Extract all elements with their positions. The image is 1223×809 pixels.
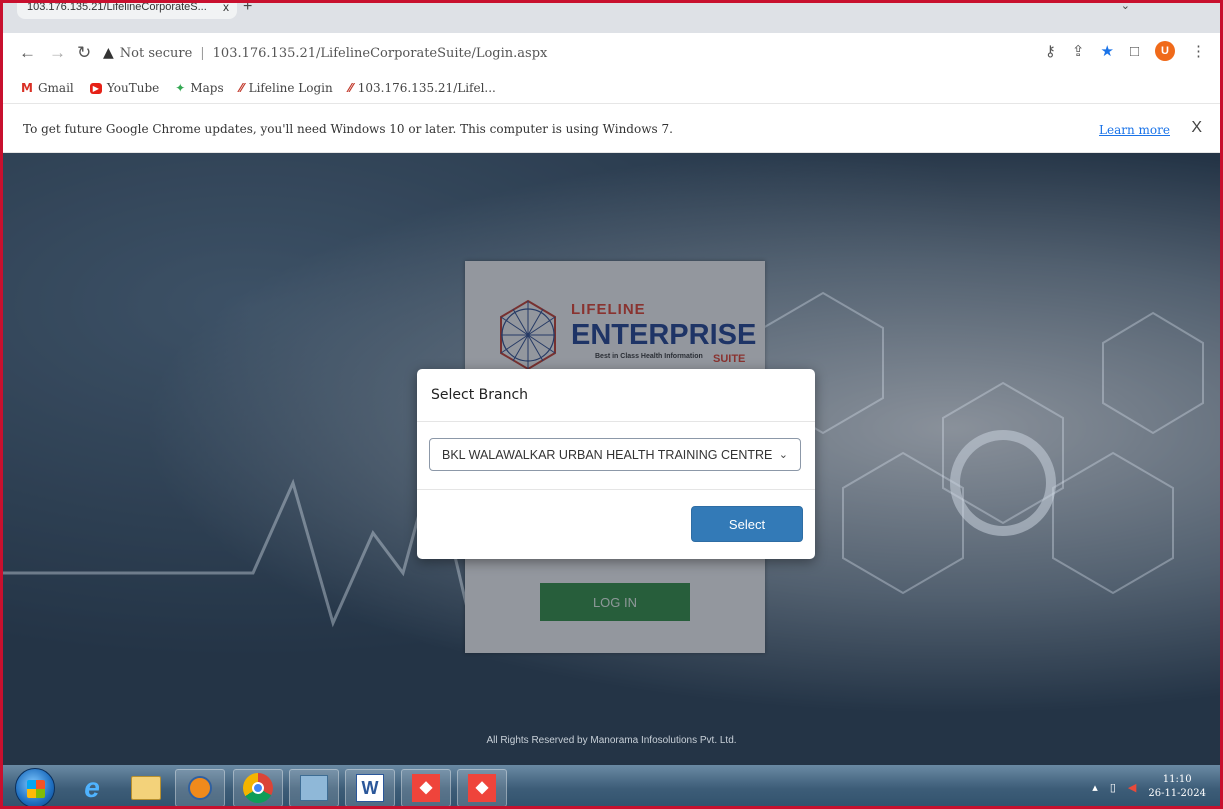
youtube-icon: ▶ (89, 82, 102, 94)
tab-close-icon[interactable]: x (223, 3, 229, 14)
volume-muted-icon[interactable]: ◀ (1128, 781, 1136, 794)
profile-avatar[interactable]: U (1155, 41, 1175, 61)
modal-title: Select Branch (417, 369, 815, 422)
lifeline-logo: LIFELINE ENTERPRISE Best in Class Health… (493, 295, 757, 375)
security-label[interactable]: Not secure (120, 46, 192, 61)
system-tray: ▴ ▯ ◀ 11:10 26-11-2024 (1092, 773, 1206, 801)
bookmark-label: 103.176.135.21/Lifel... (357, 81, 496, 95)
bookmark-label: Maps (190, 81, 224, 95)
media-player-icon[interactable] (175, 769, 225, 806)
modal-body: BKL WALAWALKAR URBAN HEALTH TRAINING CEN… (417, 422, 815, 490)
hexagon-decoration (1052, 451, 1174, 595)
anydesk-icon[interactable]: ◆ (457, 769, 507, 806)
network-globe-icon (500, 299, 556, 371)
warning-icon[interactable]: ▲ (103, 45, 114, 61)
stethoscope-decoration (950, 430, 1056, 536)
new-tab-icon[interactable]: + (243, 3, 252, 16)
share-icon[interactable]: ⇪ (1072, 42, 1085, 60)
brand-suite: SUITE (713, 353, 746, 365)
infobar-message: To get future Google Chrome updates, you… (23, 122, 673, 136)
word-icon[interactable]: W (345, 769, 395, 806)
windows-taskbar: e W ◆ ◆ ▴ ▯ ◀ 11:10 26-11-2024 (3, 765, 1220, 806)
address-bar[interactable]: ▲ Not secure | 103.176.135.21/LifelineCo… (103, 39, 1023, 67)
browser-tab[interactable]: 103.176.135.21/LifelineCorporateS... x (17, 1, 237, 19)
clock[interactable]: 11:10 26-11-2024 (1148, 773, 1206, 801)
select-branch-modal: Select Branch BKL WALAWALKAR URBAN HEALT… (417, 369, 815, 559)
brand-lifeline: LIFELINE (571, 301, 646, 318)
clock-date: 26-11-2024 (1148, 788, 1206, 799)
bookmark-star-icon[interactable]: ★ (1100, 42, 1113, 60)
bookmark-label: Lifeline Login (248, 81, 333, 95)
chevron-down-icon[interactable]: ⌄ (779, 448, 788, 461)
network-icon[interactable]: ▯ (1110, 781, 1116, 794)
toolbar-icons: ⚷ ⇪ ★ □ U ⋮ (1045, 41, 1206, 61)
branch-select-value: BKL WALAWALKAR URBAN HEALTH TRAINING CEN… (442, 447, 773, 462)
bookmark-lifeline-login[interactable]: ⁄⁄ Lifeline Login (240, 81, 333, 95)
hexagon-decoration (842, 451, 964, 595)
copyright-footer: All Rights Reserved by Manorama Infosolu… (486, 735, 737, 746)
screenshot-frame: 103.176.135.21/LifelineCorporateS... x +… (0, 0, 1223, 809)
side-panel-icon[interactable]: □ (1130, 43, 1139, 60)
url-text[interactable]: 103.176.135.21/LifelineCorporateSuite/Lo… (213, 46, 548, 61)
modal-footer: Select (417, 490, 815, 559)
menu-kebab-icon[interactable]: ⋮ (1191, 42, 1206, 60)
bookmarks-bar: M Gmail ▶ YouTube ✦ Maps ⁄⁄ Lifeline Log… (3, 73, 1220, 103)
control-panel-icon[interactable] (289, 769, 339, 806)
bookmark-maps[interactable]: ✦ Maps (175, 81, 223, 95)
address-separator: | (200, 45, 205, 61)
internet-explorer-icon[interactable]: e (67, 769, 117, 806)
learn-more-link[interactable]: Learn more (1099, 123, 1170, 137)
select-button[interactable]: Select (691, 506, 803, 542)
back-arrow-icon[interactable]: ← (19, 43, 36, 63)
update-infobar: To get future Google Chrome updates, you… (3, 103, 1220, 153)
brand-enterprise: ENTERPRISE (571, 319, 757, 351)
tab-title: 103.176.135.21/LifelineCorporateS... (27, 1, 207, 13)
tab-search-icon[interactable]: ⌄ (1121, 3, 1130, 12)
reload-icon[interactable]: ↻ (77, 43, 91, 63)
tray-expand-icon[interactable]: ▴ (1092, 781, 1098, 794)
lifeline-icon: ⁄⁄ (239, 81, 244, 95)
hexagon-decoration (1102, 311, 1204, 435)
chrome-icon[interactable] (233, 769, 283, 806)
branch-select[interactable]: BKL WALAWALKAR URBAN HEALTH TRAINING CEN… (429, 438, 801, 471)
forward-arrow-icon[interactable]: → (49, 43, 66, 63)
bookmark-youtube[interactable]: ▶ YouTube (89, 81, 160, 95)
brand-tagline: Best in Class Health Information (595, 353, 703, 360)
anydesk-icon[interactable]: ◆ (401, 769, 451, 806)
login-button[interactable]: LOG IN (540, 583, 690, 621)
bookmark-gmail[interactable]: M Gmail (21, 81, 74, 95)
lifeline-icon: ⁄⁄ (348, 81, 353, 95)
key-icon[interactable]: ⚷ (1045, 42, 1056, 60)
bookmark-label: YouTube (106, 81, 160, 95)
bookmark-label: Gmail (37, 81, 74, 95)
file-explorer-icon[interactable] (121, 769, 171, 806)
tab-strip: 103.176.135.21/LifelineCorporateS... x +… (3, 3, 1220, 33)
bookmark-lifeline-url[interactable]: ⁄⁄ 103.176.135.21/Lifel... (349, 81, 496, 95)
start-button[interactable] (15, 768, 55, 806)
infobar-close-icon[interactable]: X (1191, 119, 1202, 137)
browser-toolbar: ← → ↻ ▲ Not secure | 103.176.135.21/Life… (3, 33, 1220, 73)
clock-time: 11:10 (1162, 774, 1192, 785)
maps-icon: ✦ (175, 81, 186, 95)
gmail-icon: M (21, 81, 33, 95)
